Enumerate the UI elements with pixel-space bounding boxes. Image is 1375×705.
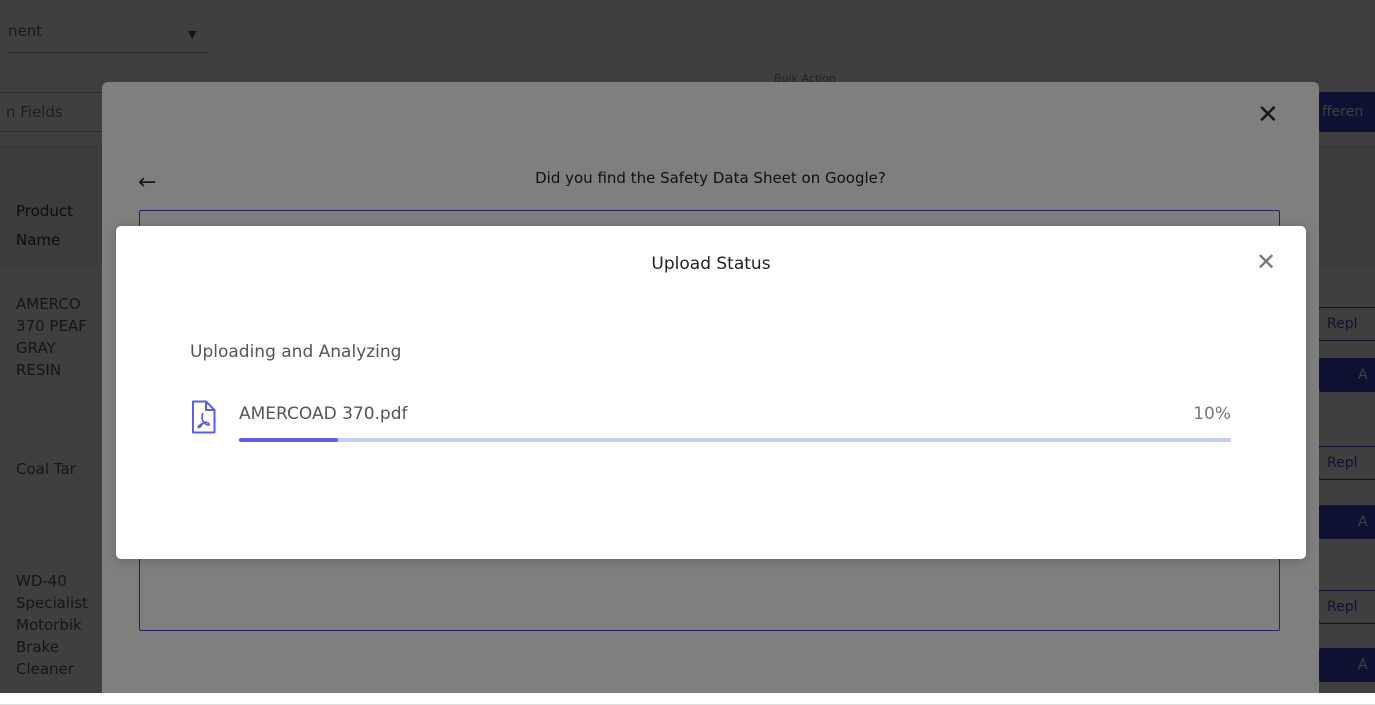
pdf-file-icon bbox=[192, 400, 216, 434]
upload-status-modal: Upload Status ✕ Uploading and Analyzing … bbox=[116, 226, 1306, 559]
file-name: AMERCOAD 370.pdf bbox=[239, 404, 408, 424]
progress-percent: 10% bbox=[1193, 404, 1231, 424]
progress-bar-fill bbox=[239, 438, 339, 442]
section-title: Uploading and Analyzing bbox=[190, 342, 402, 362]
modal-title: Upload Status bbox=[651, 254, 771, 274]
progress-bar bbox=[239, 438, 1231, 442]
close-icon[interactable]: ✕ bbox=[1256, 248, 1276, 276]
